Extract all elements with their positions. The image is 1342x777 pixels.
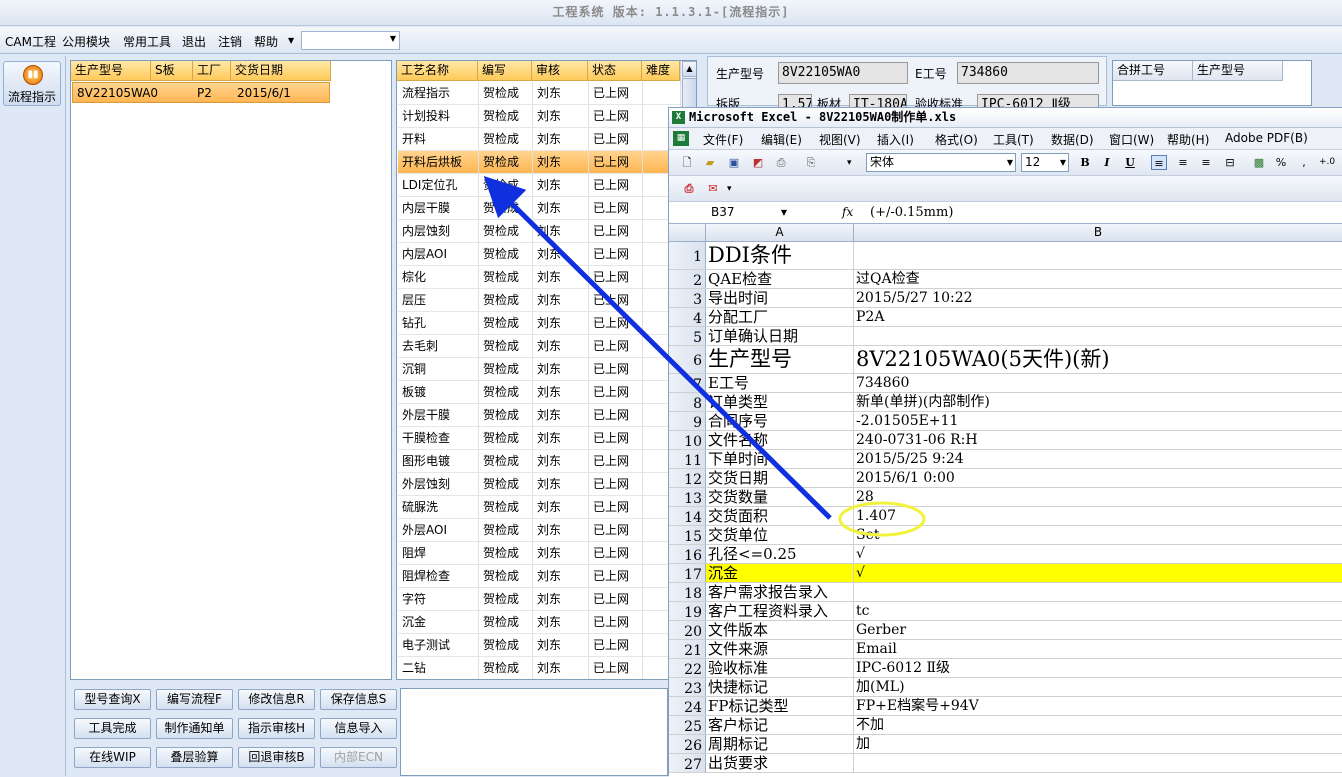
annotation-arrow xyxy=(483,175,832,520)
annotation-overlay xyxy=(483,175,926,537)
annotation-circle xyxy=(838,501,926,537)
